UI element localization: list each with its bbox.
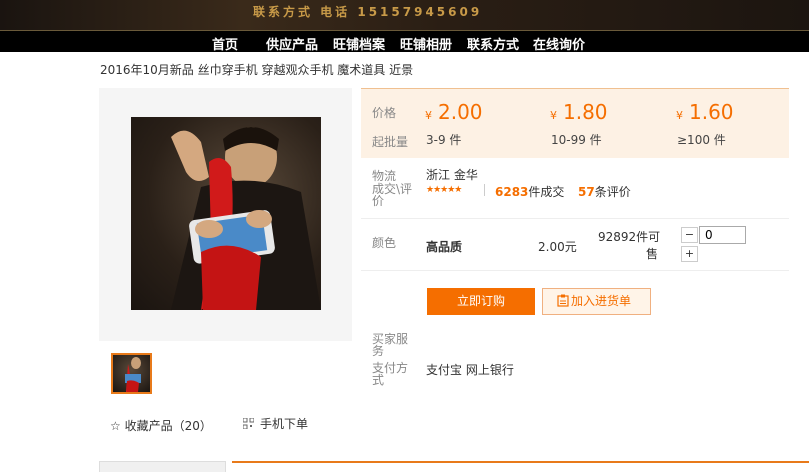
price-tier-3: ¥1.60 xyxy=(676,100,734,124)
deals-label: 成交\评价 xyxy=(372,182,413,208)
mobile-order[interactable]: 手机下单 xyxy=(242,415,309,432)
product-thumbnail[interactable] xyxy=(111,353,152,394)
qty-tier-1: 3-9 件 xyxy=(426,133,462,147)
divider xyxy=(361,218,789,219)
qr-code-icon xyxy=(242,417,255,432)
divider xyxy=(361,270,789,271)
product-main-image[interactable] xyxy=(131,117,321,310)
variant-price: 2.00元 xyxy=(538,240,577,254)
cart-icon xyxy=(557,291,569,316)
nav-products[interactable]: 供应产品 xyxy=(266,34,318,53)
variant-stock: 92892件可售 xyxy=(598,230,661,261)
price-tier-1: ¥2.00 xyxy=(425,100,483,124)
qty-tier-2: 10-99 件 xyxy=(551,133,602,147)
review-count[interactable]: 57条评价 xyxy=(578,183,631,200)
qty-tier-3: ≥100 件 xyxy=(677,133,726,147)
price-value: 2.00 xyxy=(438,100,483,124)
price-value: 1.80 xyxy=(563,100,608,124)
rating-stars: ★★★★★ xyxy=(426,185,462,195)
shop-nav: 首页 供应产品 旺铺档案 旺铺相册 联系方式 在线询价 xyxy=(0,30,809,53)
nav-inquiry[interactable]: 在线询价 xyxy=(533,34,585,53)
quantity-input[interactable] xyxy=(699,226,746,244)
add-to-cart-button[interactable]: 加入进货单 xyxy=(542,288,651,315)
shop-banner: 联系方式 电话 15157945609 xyxy=(0,0,809,30)
buy-now-button[interactable]: 立即订购 xyxy=(427,288,535,315)
detail-tab[interactable] xyxy=(99,461,226,472)
price-tier-2: ¥1.80 xyxy=(550,100,608,124)
mobile-order-label: 手机下单 xyxy=(260,417,309,431)
nav-home[interactable]: 首页 xyxy=(212,34,238,53)
product-image-frame xyxy=(99,88,352,341)
moq-label: 起批量 xyxy=(372,135,409,149)
logistics-origin: 浙江 金华 xyxy=(426,168,478,182)
currency-symbol: ¥ xyxy=(425,109,432,122)
divider xyxy=(484,184,485,196)
nav-profile[interactable]: 旺铺档案 xyxy=(333,34,385,53)
detail-tab-line xyxy=(232,461,809,472)
qty-decrease-button[interactable]: − xyxy=(681,227,698,243)
add-to-cart-label: 加入进货单 xyxy=(571,294,632,308)
currency-symbol: ¥ xyxy=(550,109,557,122)
nav-album[interactable]: 旺铺相册 xyxy=(400,34,452,53)
payment-methods: 支付宝 网上银行 xyxy=(426,363,514,377)
banner-contact: 联系方式 电话 15157945609 xyxy=(253,5,483,19)
variant-name: 高品质 xyxy=(426,240,463,254)
currency-symbol: ¥ xyxy=(676,109,683,122)
deal-count[interactable]: 6283件成交 xyxy=(495,183,564,200)
qty-increase-button[interactable]: + xyxy=(681,246,698,262)
color-label: 颜色 xyxy=(372,236,397,250)
product-title: 2016年10月新品 丝巾穿手机 穿越观众手机 魔术道具 近景 xyxy=(100,63,414,77)
nav-contact[interactable]: 联系方式 xyxy=(467,34,519,53)
payment-label: 支付方式 xyxy=(372,361,409,387)
buyer-service-label: 买家服务 xyxy=(372,332,409,358)
price-value: 1.60 xyxy=(689,100,734,124)
price-label: 价格 xyxy=(372,106,397,120)
favorite-product[interactable]: ☆ 收藏产品（20） xyxy=(110,417,212,434)
